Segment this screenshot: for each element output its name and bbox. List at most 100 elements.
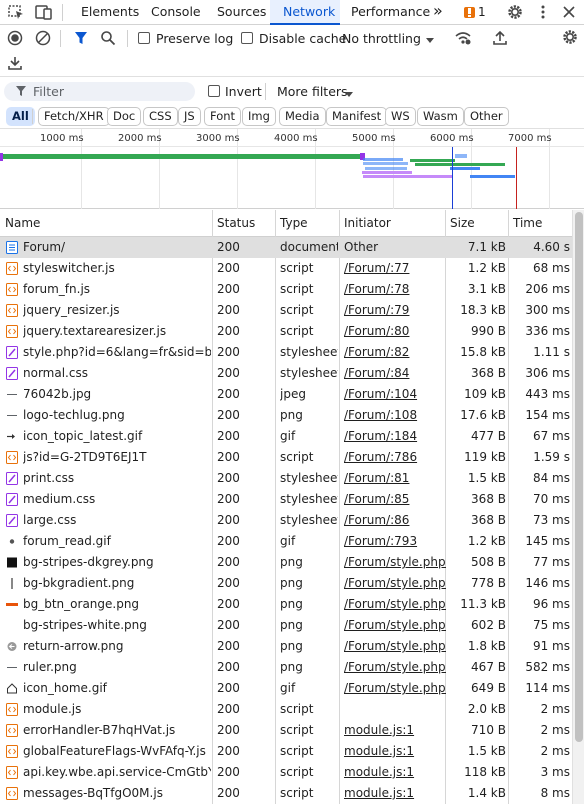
table-row[interactable]: ruler.png 200 png/Forum/style.php?id 467 B 5… bbox=[0, 657, 572, 678]
request-initiator[interactable]: module.js:1 bbox=[344, 783, 446, 804]
request-initiator[interactable] bbox=[344, 699, 446, 720]
request-initiator[interactable]: /Forum/:78 bbox=[344, 279, 446, 300]
table-row[interactable]: messages-BqTfgO0M.js 200 script module.js:1… bbox=[0, 783, 572, 804]
table-row[interactable]: bg-stripes-dkgrey.png 200 png/Forum/style.… bbox=[0, 552, 572, 573]
table-row[interactable]: module.js 200 script 2.0 kB 2 ms bbox=[0, 699, 572, 720]
request-name[interactable]: api.key.wbe.api.service-CmGtbYi... bbox=[23, 762, 211, 783]
tab-performance[interactable]: Performance bbox=[351, 0, 430, 25]
close-devtools-icon[interactable] bbox=[560, 4, 578, 20]
tab-console[interactable]: Console bbox=[151, 0, 201, 25]
request-initiator[interactable]: /Forum/:184 bbox=[344, 426, 446, 447]
chip-wasm[interactable]: Wasm bbox=[417, 107, 464, 126]
more-filters-button[interactable]: More filters bbox=[277, 84, 348, 99]
search-icon[interactable] bbox=[100, 30, 116, 49]
table-row[interactable]: 76042b.jpg 200 jpeg/Forum/:104 109 kB 443 ms bbox=[0, 384, 572, 405]
request-name[interactable]: icon_topic_latest.gif bbox=[23, 426, 211, 447]
chevron-down-icon[interactable] bbox=[425, 34, 435, 48]
chip-fetch-xhr[interactable]: Fetch/XHR bbox=[38, 107, 110, 126]
chip-media[interactable]: Media bbox=[279, 107, 326, 126]
request-initiator[interactable]: module.js:1 bbox=[344, 762, 446, 783]
request-name[interactable]: errorHandler-B7hqHVat.js bbox=[23, 720, 211, 741]
request-initiator[interactable]: /Forum/:82 bbox=[344, 342, 446, 363]
table-row[interactable]: bg_btn_orange.png 200 png/Forum/style.php?… bbox=[0, 594, 572, 615]
import-har-icon[interactable] bbox=[492, 30, 508, 49]
table-row[interactable]: globalFeatureFlags-WvFAfq-Y.js 200 script m… bbox=[0, 741, 572, 762]
chip-all[interactable]: All bbox=[6, 107, 35, 126]
request-name[interactable]: 76042b.jpg bbox=[23, 384, 211, 405]
request-initiator[interactable]: /Forum/style.php?id bbox=[344, 636, 446, 657]
request-initiator[interactable]: /Forum/:104 bbox=[344, 384, 446, 405]
chip-js[interactable]: JS bbox=[178, 107, 201, 126]
table-row[interactable]: jquery_resizer.js 200 script/Forum/:79 18.3… bbox=[0, 300, 572, 321]
request-name[interactable]: Forum/ bbox=[23, 237, 211, 258]
request-name[interactable]: icon_home.gif bbox=[23, 678, 211, 699]
scrollbar-thumb[interactable] bbox=[575, 212, 583, 742]
table-row[interactable]: Forum/200 document Other 7.1 kB 4.60 s bbox=[0, 237, 572, 258]
invert-label[interactable]: Invert bbox=[225, 84, 262, 99]
request-initiator[interactable]: /Forum/:81 bbox=[344, 468, 446, 489]
column-header-size[interactable]: Size bbox=[445, 210, 475, 237]
request-name[interactable]: styleswitcher.js bbox=[23, 258, 211, 279]
chip-css[interactable]: CSS bbox=[143, 107, 178, 126]
column-header-status[interactable]: Status bbox=[212, 210, 255, 237]
request-name[interactable]: bg-bkgradient.png bbox=[23, 573, 211, 594]
disable-cache-checkbox[interactable] bbox=[241, 32, 253, 44]
request-name[interactable]: bg_btn_orange.png bbox=[23, 594, 211, 615]
request-initiator[interactable]: /Forum/:77 bbox=[344, 258, 446, 279]
request-name[interactable]: print.css bbox=[23, 468, 211, 489]
request-initiator[interactable]: /Forum/:786 bbox=[344, 447, 446, 468]
chip-img[interactable]: Img bbox=[242, 107, 276, 126]
preserve-log-checkbox[interactable] bbox=[138, 32, 150, 44]
table-row[interactable]: js?id=G-2TD9T6EJ1T 200 script/Forum/:786 11… bbox=[0, 447, 572, 468]
request-name[interactable]: return-arrow.png bbox=[23, 636, 211, 657]
preserve-log-label[interactable]: Preserve log bbox=[156, 31, 233, 46]
request-name[interactable]: globalFeatureFlags-WvFAfq-Y.js bbox=[23, 741, 211, 762]
request-name[interactable]: forum_fn.js bbox=[23, 279, 211, 300]
table-row[interactable]: bg-bkgradient.png 200 png/Forum/style.php?… bbox=[0, 573, 572, 594]
table-row[interactable]: icon_topic_latest.gif 200 gif/Forum/:184 47… bbox=[0, 426, 572, 447]
more-filters-chevron-icon[interactable] bbox=[344, 88, 354, 102]
more-tabs-icon[interactable]: » bbox=[433, 0, 443, 25]
table-row[interactable]: large.css 200 stylesheet/Forum/:86 368 B 73 … bbox=[0, 510, 572, 531]
chip-doc[interactable]: Doc bbox=[107, 107, 142, 126]
request-name[interactable]: style.php?id=6&lang=fr&sid=b0... bbox=[23, 342, 211, 363]
request-name[interactable]: module.js bbox=[23, 699, 211, 720]
table-row[interactable]: api.key.wbe.api.service-CmGtbYi... 200 scr… bbox=[0, 762, 572, 783]
chip-ws[interactable]: WS bbox=[385, 107, 416, 126]
network-conditions-icon[interactable] bbox=[454, 30, 472, 49]
inspect-element-icon[interactable] bbox=[7, 4, 25, 20]
table-row[interactable]: return-arrow.png 200 png/Forum/style.php?i… bbox=[0, 636, 572, 657]
request-initiator[interactable]: /Forum/:85 bbox=[344, 489, 446, 510]
export-har-icon[interactable] bbox=[7, 55, 23, 74]
settings-gear-icon[interactable] bbox=[506, 4, 524, 20]
request-name[interactable]: js?id=G-2TD9T6EJ1T bbox=[23, 447, 211, 468]
table-row[interactable]: errorHandler-B7hqHVat.js 200 script module.… bbox=[0, 720, 572, 741]
request-name[interactable]: ruler.png bbox=[23, 657, 211, 678]
invert-checkbox[interactable] bbox=[208, 85, 220, 97]
request-initiator[interactable]: /Forum/style.php?id bbox=[344, 552, 446, 573]
request-name[interactable]: normal.css bbox=[23, 363, 211, 384]
table-row[interactable]: medium.css 200 stylesheet/Forum/:85 368 B 70… bbox=[0, 489, 572, 510]
timeline-overview[interactable]: 1000 ms 2000 ms 3000 ms 4000 ms 5000 ms … bbox=[0, 129, 584, 209]
request-name[interactable]: logo-techlug.png bbox=[23, 405, 211, 426]
filter-input[interactable]: Filter bbox=[4, 82, 195, 101]
request-initiator[interactable]: module.js:1 bbox=[344, 741, 446, 762]
tab-sources[interactable]: Sources bbox=[217, 0, 266, 25]
request-initiator[interactable]: /Forum/:86 bbox=[344, 510, 446, 531]
request-initiator[interactable]: module.js:1 bbox=[344, 720, 446, 741]
throttling-select[interactable]: No throttling bbox=[342, 31, 421, 46]
request-initiator[interactable]: /Forum/style.php?id bbox=[344, 678, 446, 699]
chip-font[interactable]: Font bbox=[204, 107, 242, 126]
tab-elements[interactable]: Elements bbox=[81, 0, 139, 25]
clear-icon[interactable] bbox=[35, 30, 51, 49]
request-name[interactable]: jquery_resizer.js bbox=[23, 300, 211, 321]
table-row[interactable]: icon_home.gif 200 gif/Forum/style.php?id 64… bbox=[0, 678, 572, 699]
issues-count[interactable]: 1 bbox=[478, 0, 486, 25]
table-row[interactable]: normal.css 200 stylesheet/Forum/:84 368 B 30… bbox=[0, 363, 572, 384]
request-initiator[interactable]: /Forum/:84 bbox=[344, 363, 446, 384]
table-scrollbar[interactable] bbox=[572, 210, 584, 804]
request-name[interactable]: medium.css bbox=[23, 489, 211, 510]
table-row[interactable]: styleswitcher.js 200 script/Forum/:77 1.2 k… bbox=[0, 258, 572, 279]
request-initiator[interactable]: /Forum/:793 bbox=[344, 531, 446, 552]
table-row[interactable]: style.php?id=6&lang=fr&sid=b0... 200 style… bbox=[0, 342, 572, 363]
